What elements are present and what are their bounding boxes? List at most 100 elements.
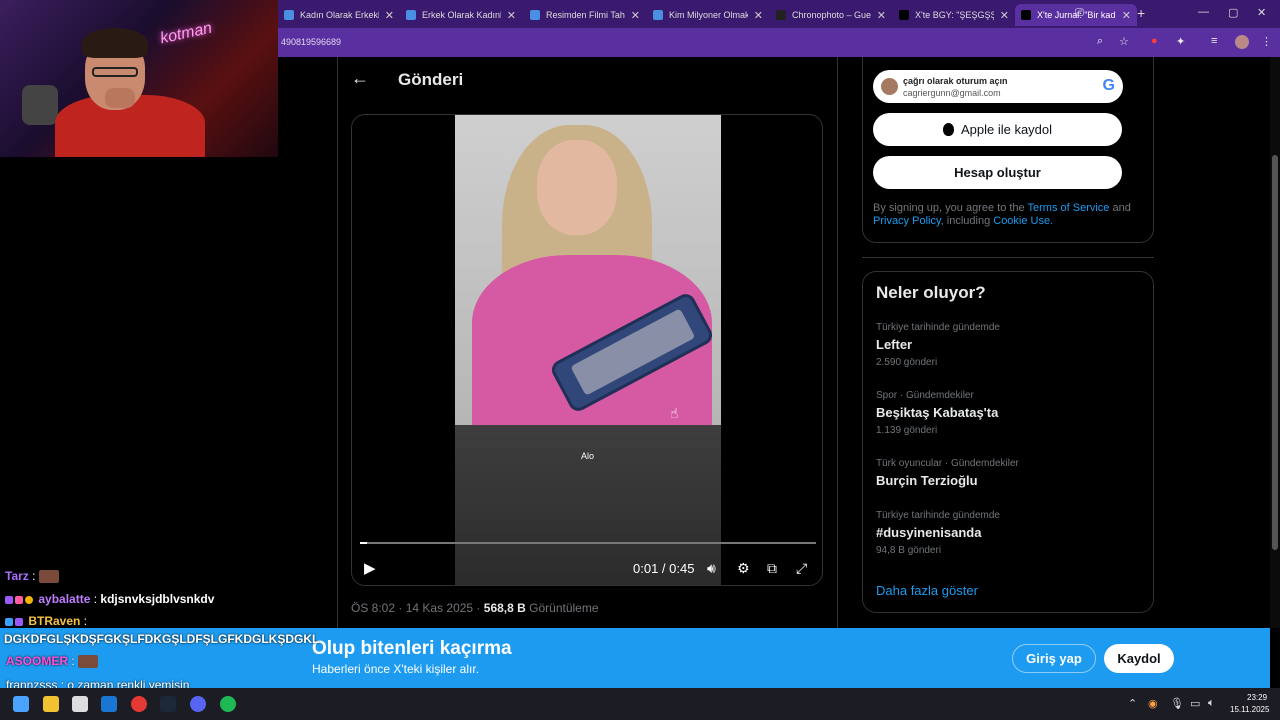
zoom-icon[interactable]: ⌕ bbox=[1097, 35, 1103, 48]
terms-prefix: By signing up, you agree to the bbox=[873, 202, 1028, 214]
speaker-icon[interactable]: 🔈︎ bbox=[1208, 697, 1215, 710]
video-player[interactable]: Alo ▶ 0:01 / 0:45 🔊︎ ⚙ ⧉ ⤢ bbox=[351, 114, 823, 586]
apple-signup-label: Apple ile kaydol bbox=[960, 122, 1053, 137]
chat-separator: : bbox=[90, 592, 101, 606]
tab-favicon-icon bbox=[653, 10, 663, 20]
maximize-icon[interactable]: ▢ bbox=[1228, 6, 1238, 19]
post-time[interactable]: ÖS 8:02 bbox=[351, 601, 395, 615]
video-time: 0:01 / 0:45 bbox=[633, 561, 695, 576]
chat-username: aybalatte bbox=[38, 592, 91, 606]
post-meta: ÖS 8:02 · 14 Kas 2025 · 568,8 B Görüntül… bbox=[351, 601, 599, 615]
apple-signup-button[interactable]: Apple ile kaydol bbox=[873, 113, 1122, 146]
sub-badge-icon bbox=[5, 595, 13, 604]
steam-icon[interactable] bbox=[160, 696, 176, 712]
bookmark-star-icon[interactable]: ☆ bbox=[1119, 35, 1129, 48]
back-arrow-icon[interactable]: ← bbox=[351, 68, 369, 89]
show-more-link[interactable]: Daha fazla göster bbox=[876, 583, 978, 598]
tab-favicon-icon bbox=[776, 10, 786, 20]
post-date[interactable]: 14 Kas 2025 bbox=[406, 601, 473, 615]
clock-date[interactable]: 15.11.2025 bbox=[1230, 705, 1269, 714]
profile-avatar[interactable] bbox=[1235, 35, 1249, 49]
tab-label: Kim Milyoner Olmak bbox=[669, 10, 748, 20]
terms-of-service-link[interactable]: Terms of Service bbox=[1028, 202, 1110, 214]
extension-red-icon[interactable]: ● bbox=[1151, 35, 1158, 47]
browser-tab[interactable]: X'te BGY: "ŞEŞGŞŞG ✕ bbox=[893, 4, 1015, 26]
tab-close-icon[interactable]: ✕ bbox=[1000, 9, 1009, 22]
discord-icon[interactable] bbox=[190, 696, 206, 712]
trend-item[interactable]: Türk oyuncular · Gündemdekiler Burçin Te… bbox=[876, 458, 1019, 488]
store-icon[interactable] bbox=[72, 696, 88, 712]
banner-subtitle: Haberleri önce X'teki kişiler alır. bbox=[312, 662, 480, 676]
cast-icon[interactable]: ⎚ bbox=[1075, 7, 1084, 20]
chat-message: aybalatte : kdjsnvksjdblvsnkdv bbox=[5, 592, 214, 606]
outlook-icon[interactable] bbox=[101, 696, 117, 712]
terms-text: By signing up, you agree to the Terms of… bbox=[873, 202, 1143, 228]
trends-title: Neler oluyor? bbox=[876, 283, 986, 302]
scrollbar-thumb[interactable] bbox=[1272, 155, 1278, 550]
chat-message: BTRaven : bbox=[5, 614, 87, 628]
trend-name: #dusyinenisanda bbox=[876, 525, 982, 540]
url-text[interactable]: 490819596689 bbox=[281, 37, 341, 47]
gift-badge-icon bbox=[15, 595, 23, 604]
streamer-hand bbox=[105, 88, 135, 108]
tray-chevron-icon[interactable]: ⌃ bbox=[1128, 697, 1137, 710]
tab-close-icon[interactable]: ✕ bbox=[754, 9, 763, 22]
kebab-menu-icon[interactable]: ⋮ bbox=[1261, 35, 1272, 48]
tray-app-icon[interactable]: ◉ bbox=[1148, 697, 1158, 710]
browser-tab[interactable]: Erkek Olarak Kadınla ✕ bbox=[400, 4, 522, 26]
trend-item[interactable]: Spor · Gündemdekiler Beşiktaş Kabataş'ta… bbox=[876, 390, 998, 436]
play-icon[interactable]: ▶ bbox=[364, 559, 376, 577]
trend-item[interactable]: Türkiye tarihinde gündemde #dusyinenisan… bbox=[876, 510, 1000, 556]
close-window-icon[interactable]: ✕ bbox=[1257, 6, 1266, 19]
tab-close-icon[interactable]: ✕ bbox=[385, 9, 394, 22]
create-account-label: Hesap oluştur bbox=[954, 165, 1041, 180]
browser-tab[interactable]: Kadın Olarak Erkekle ✕ bbox=[278, 4, 400, 26]
tab-close-icon[interactable]: ✕ bbox=[507, 9, 516, 22]
trend-context: Türkiye tarihinde gündemde bbox=[876, 510, 1000, 521]
streamer-glasses bbox=[92, 67, 138, 77]
settings-icon[interactable]: ⚙ bbox=[737, 560, 750, 577]
bits-badge-icon bbox=[25, 595, 33, 604]
windows-start-icon[interactable] bbox=[13, 696, 29, 712]
tab-close-icon[interactable]: ✕ bbox=[877, 9, 886, 22]
tab-favicon-icon bbox=[1021, 10, 1031, 20]
extensions-puzzle-icon[interactable]: ✦ bbox=[1176, 35, 1185, 48]
clock-time[interactable]: 23:29 bbox=[1247, 693, 1267, 702]
microphone-icon[interactable]: 🎙︎ bbox=[1170, 697, 1184, 710]
spotify-icon[interactable] bbox=[220, 696, 236, 712]
browser-tab[interactable]: Chronophoto – Gues ✕ bbox=[770, 4, 892, 26]
terms-including: , including bbox=[940, 215, 994, 227]
file-explorer-icon[interactable] bbox=[43, 696, 59, 712]
google-signin-button[interactable]: çağrı olarak oturum açın cagriergunn@gma… bbox=[873, 70, 1123, 103]
trend-item[interactable]: Türkiye tarihinde gündemde Lefter 2.590 … bbox=[876, 322, 1000, 368]
signup-button[interactable]: Kaydol bbox=[1104, 644, 1174, 673]
chat-emote-icon bbox=[78, 655, 99, 669]
minimize-icon[interactable]: — bbox=[1198, 6, 1209, 18]
chat-message: DGKDFGLŞKDŞFGKŞLFDKGŞLDFŞLGFKDGLKŞDGKL bbox=[4, 632, 319, 646]
tab-close-icon[interactable]: ✕ bbox=[631, 9, 640, 22]
chrome-icon[interactable] bbox=[131, 696, 147, 712]
video-progress-bar[interactable] bbox=[360, 542, 816, 544]
main-column-border-left bbox=[337, 57, 338, 628]
tab-label: X'te BGY: "ŞEŞGŞŞG bbox=[915, 10, 994, 20]
privacy-policy-link[interactable]: Privacy Policy bbox=[873, 215, 941, 227]
views-label: Görüntüleme bbox=[529, 601, 599, 615]
browser-tab[interactable]: Kim Milyoner Olmak ✕ bbox=[647, 4, 769, 26]
video-caption: Alo bbox=[581, 451, 595, 461]
dock-icon[interactable]: ⧉ bbox=[767, 560, 777, 577]
trend-count: 94,8 B gönderi bbox=[876, 545, 942, 556]
new-tab-button[interactable]: + bbox=[1137, 5, 1145, 21]
volume-icon[interactable]: 🔊︎ bbox=[707, 560, 716, 577]
video-progress-fill bbox=[360, 542, 367, 544]
login-button[interactable]: Giriş yap bbox=[1012, 644, 1096, 673]
cookie-use-link[interactable]: Cookie Use. bbox=[993, 215, 1053, 227]
fullscreen-icon[interactable]: ⤢ bbox=[796, 560, 807, 577]
tab-favicon-icon bbox=[406, 10, 416, 20]
tab-close-icon[interactable]: ✕ bbox=[1122, 9, 1131, 22]
network-icon[interactable]: ▭ bbox=[1190, 697, 1200, 710]
reading-list-icon[interactable]: ≡ bbox=[1211, 35, 1217, 47]
views-count: 568,8 B bbox=[483, 601, 526, 615]
create-account-button[interactable]: Hesap oluştur bbox=[873, 156, 1122, 189]
browser-tab[interactable]: Resimden Filmi Tahm ✕ bbox=[524, 4, 646, 26]
trend-context: Türk oyuncular · Gündemdekiler bbox=[876, 458, 1019, 469]
